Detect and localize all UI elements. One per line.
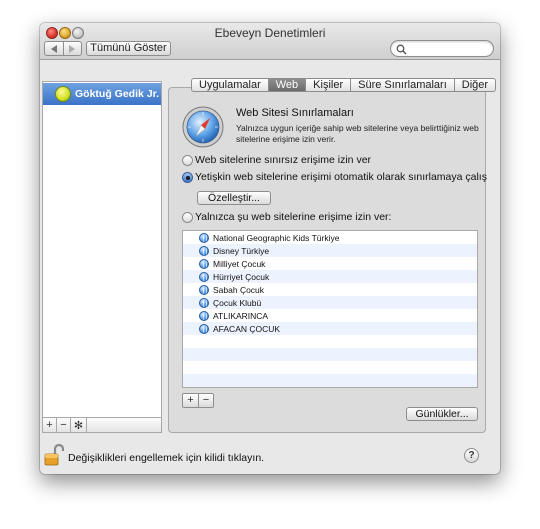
empty-row xyxy=(183,348,477,361)
lock-icon[interactable] xyxy=(44,443,64,467)
list-item[interactable]: National Geographic Kids Türkiye xyxy=(183,231,477,244)
search-icon xyxy=(396,44,407,55)
forward-button[interactable] xyxy=(62,42,82,55)
radio-button[interactable] xyxy=(182,154,193,166)
radio-label: Yetişkin web sitelerine erişimi otomatik… xyxy=(195,171,487,183)
list-item[interactable]: ATLIKARINCA xyxy=(183,309,477,322)
allowed-sites-list: National Geographic Kids Türkiye Disney … xyxy=(182,230,478,388)
site-list-toolbar: + − xyxy=(182,393,214,408)
tab-web[interactable]: Web xyxy=(267,79,306,91)
globe-icon xyxy=(199,310,209,321)
list-item[interactable]: Disney Türkiye xyxy=(183,244,477,257)
safari-compass-icon xyxy=(182,106,224,148)
remove-site-button[interactable]: − xyxy=(198,394,213,407)
help-button[interactable]: ? xyxy=(464,448,479,463)
section-description: Yalnızca uygun içeriğe sahip web siteler… xyxy=(236,123,479,144)
preferences-window: Ebeveyn Denetimleri Tümünü Göster Göktuğ… xyxy=(40,23,500,474)
add-user-button[interactable]: + xyxy=(43,418,57,432)
lock-message: Değişiklikleri engellemek için kilidi tı… xyxy=(68,452,265,464)
globe-icon xyxy=(199,284,209,295)
back-button[interactable] xyxy=(45,42,63,55)
globe-icon xyxy=(199,297,209,308)
globe-icon xyxy=(199,232,209,243)
radio-label: Web sitelerine sınırsız erişime izin ver xyxy=(195,154,372,166)
tennis-ball-avatar-icon xyxy=(55,86,71,102)
tab-people[interactable]: Kişiler xyxy=(305,79,350,91)
list-item[interactable]: Hürriyet Çocuk xyxy=(183,270,477,283)
radio-label: Yalnızca şu web sitelerine erişime izin … xyxy=(195,211,392,223)
back-arrow-icon xyxy=(50,44,57,53)
user-list-item[interactable]: Göktuğ Gedik Jr. xyxy=(43,83,161,105)
back-forward-group xyxy=(44,41,82,56)
user-list-toolbar: + − ✻ xyxy=(42,418,162,433)
radio-unrestricted[interactable]: Web sitelerine sınırsız erişime izin ver xyxy=(182,154,371,166)
remove-user-button[interactable]: − xyxy=(57,418,71,432)
list-item[interactable]: Çocuk Klubü xyxy=(183,296,477,309)
list-item[interactable]: Sabah Çocuk xyxy=(183,283,477,296)
tab-bar: Uygulamalar Web Kişiler Süre Sınırlamala… xyxy=(191,78,497,92)
window-title: Ebeveyn Denetimleri xyxy=(214,26,326,40)
radio-allow-only[interactable]: Yalnızca şu web sitelerine erişime izin … xyxy=(182,211,391,223)
globe-icon xyxy=(199,271,209,282)
logs-button[interactable]: Günlükler... xyxy=(406,407,478,421)
empty-row xyxy=(183,335,477,348)
globe-icon xyxy=(199,245,209,256)
forward-arrow-icon xyxy=(69,44,76,53)
tab-other[interactable]: Diğer xyxy=(453,79,495,91)
radio-button[interactable] xyxy=(182,211,193,223)
globe-icon xyxy=(199,258,209,269)
list-item[interactable]: AFACAN ÇOCUK xyxy=(183,322,477,335)
gear-icon[interactable]: ✻ xyxy=(71,418,87,432)
empty-row xyxy=(183,374,477,387)
radio-adult-limit[interactable]: Yetişkin web sitelerine erişimi otomatik… xyxy=(182,171,487,183)
user-name: Göktuğ Gedik Jr. xyxy=(75,88,160,100)
add-site-button[interactable]: + xyxy=(183,394,198,407)
tab-applications[interactable]: Uygulamalar xyxy=(192,79,268,91)
radio-button-selected[interactable] xyxy=(182,171,193,183)
empty-row xyxy=(183,361,477,374)
globe-icon xyxy=(199,323,209,334)
section-title: Web Sitesi Sınırlamaları xyxy=(236,107,354,119)
customize-button[interactable]: Özelleştir... xyxy=(197,191,271,205)
title-bar: Ebeveyn Denetimleri Tümünü Göster xyxy=(40,23,500,60)
list-item[interactable]: Milliyet Çocuk xyxy=(183,257,477,270)
show-all-button[interactable]: Tümünü Göster xyxy=(86,41,171,56)
user-list: Göktuğ Gedik Jr. xyxy=(42,81,162,418)
search-field[interactable] xyxy=(390,40,494,57)
tab-time-limits[interactable]: Süre Sınırlamaları xyxy=(350,79,454,91)
